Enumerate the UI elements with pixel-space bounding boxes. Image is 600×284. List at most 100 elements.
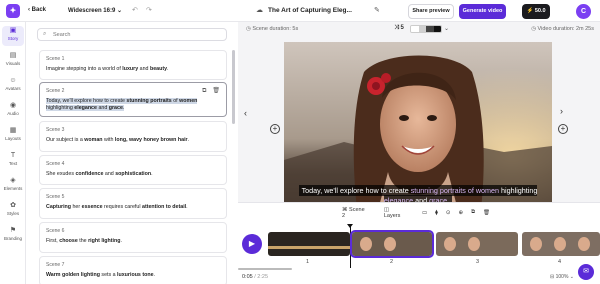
script-segment: sets a [99,272,118,278]
scene-script-text[interactable]: Imagine stepping into a world of luxury … [46,66,222,73]
clip-thumbnail-face [360,237,372,251]
scene-script-text[interactable]: Warm golden lighting sets a luxurious to… [46,272,222,279]
play-button[interactable]: ▶ [242,234,262,254]
nav-branding-icon: ⚑ [9,227,17,234]
nav-item-story[interactable]: ▣ Story [2,26,24,46]
credits-badge[interactable]: ⚡ 50.0 [522,4,550,19]
script-segment: She exudes [46,171,76,177]
prev-scene-arrow-icon[interactable]: ‹ [244,108,247,118]
toolbar-action-icon[interactable]: ▭ [422,210,427,216]
scene-script-text[interactable]: First, choose the right lighting. [46,238,222,245]
current-time: 0:05 [242,274,253,280]
shuffle-button[interactable]: ⤨ 5 [394,25,404,32]
nav-item-audio[interactable]: ◉ Audio [2,101,24,121]
aspect-label: Widescreen 16:9 [68,8,116,14]
timeline[interactable]: ▶ 0:05 / 2:25 ⊟ 100% ⌄ ✉ 1 2 3 4 [238,222,600,284]
app-logo: ✦ [6,4,20,18]
add-scene-after-icon[interactable]: + [558,124,568,134]
back-label: Back [31,7,47,13]
scene-card[interactable]: Scene 5 Capturing her essence requires ca… [39,188,227,219]
scene-card[interactable]: Scene 6 First, choose the right lighting. [39,222,227,253]
timeline-clip[interactable] [350,230,434,258]
bolt-icon: ⚡ [526,8,534,14]
toolbar-action-icon[interactable]: ⧫ [435,210,438,216]
scene-selector[interactable]: ⌘ Scene 2 [342,207,376,219]
scene-card[interactable]: Scene 7 Warm golden lighting sets a luxur… [39,256,227,284]
scene-script-text[interactable]: Today, we'll explore how to create stunn… [46,98,222,112]
shuffle-icon: ⤨ [394,25,399,31]
toolbar-action-icon[interactable]: ⧉ [471,209,475,216]
scene-card[interactable]: Scene 2 ⧉ 🗑 Today, we'll explore how to cre… [39,82,227,117]
nav-styles-icon: ✿ [10,202,16,209]
nav-item-branding[interactable]: ⚑ Branding [2,226,24,246]
generate-video-button[interactable]: Generate video [459,4,506,19]
clip-thumbnail-face [554,237,566,251]
script-segment: elegance [74,105,97,111]
script-segment: Today, we'll explore how to create [46,98,127,104]
toolbar-action-icon[interactable]: ⊕ [458,210,463,216]
back-button[interactable]: ‹ Back [28,7,46,13]
nav-item-text[interactable]: T Text [2,151,24,171]
nav-elements-icon: ◈ [10,177,16,184]
scene-card-actions: ⧉ 🗑 [196,87,220,95]
video-preview[interactable]: Today, we'll explore how to create stunn… [284,42,552,218]
search-input[interactable] [53,30,223,40]
add-scene-before-icon[interactable]: + [270,124,280,134]
share-preview-button[interactable]: Share preview [408,4,454,19]
palette-swatch [426,26,434,32]
project-title[interactable]: The Art of Capturing Eleg... [268,7,352,14]
layers-button[interactable]: ◫ Layers [384,207,414,219]
zoom-level[interactable]: ⊟ 100% ⌄ [550,274,574,280]
redo-icon[interactable]: ↷ [146,6,152,14]
shuffle-count: 5 [400,25,404,31]
scene-card[interactable]: Scene 1 Imagine stepping into a world of … [39,50,227,80]
layers-label: Layers [383,212,401,219]
nav-item-styles[interactable]: ✿ Styles [2,201,24,221]
nav-item-label: Styles [6,211,20,216]
credits-value: 50.0 [534,8,546,14]
search-icon: ⌕ [43,31,47,37]
color-palette[interactable] [410,25,442,33]
chat-icon[interactable]: ✉ [578,264,594,280]
nav-visuals-icon: ▤ [9,52,17,59]
script-segment: essence [81,204,103,210]
scene-list-panel: ⌕ Scene 1 Imagine stepping into a world o… [28,22,236,284]
scene-label: Scene 4 [46,161,65,167]
scene-script-text[interactable]: Capturing her essence requires careful a… [46,204,222,211]
edit-icon[interactable]: ✎ [374,6,380,14]
toolbar-action-icon[interactable]: ⊙ [446,210,451,216]
aspect-ratio-select[interactable]: Widescreen 16:9 ⌄ [68,7,122,14]
scene-card[interactable]: Scene 3 Our subject is a woman with long,… [39,121,227,152]
search-box[interactable]: ⌕ [37,28,227,41]
nav-item-elements[interactable]: ◈ Elements [2,176,24,196]
toolbar-action-icon[interactable]: 🗑 [483,210,490,216]
playhead[interactable] [347,224,353,268]
script-segment: . [187,137,190,143]
scene-toolbar: ⌘ Scene 2 ◫ Layers ▭ ⧫ ⊙ ⊕ ⧉ 🗑 [238,202,600,222]
cloud-icon: ☁ [256,7,263,14]
nav-item-label: Audio [7,111,19,116]
trash-icon[interactable]: 🗑 [212,88,220,94]
nav-item-label: Avatars [5,86,21,91]
scene-script-text[interactable]: She exudes confidence and sophistication… [46,171,222,178]
scene-script-text[interactable]: Our subject is a woman with long, wavy h… [46,137,222,144]
undo-icon[interactable]: ↶ [132,6,138,14]
user-avatar[interactable]: C [576,4,591,19]
nav-item-avatars[interactable]: ☺ Avatars [2,76,24,96]
next-scene-arrow-icon[interactable]: › [560,106,563,116]
timeline-scrollbar[interactable] [238,268,292,270]
scene-list-scrollbar[interactable] [232,50,235,124]
scene-label: Scene 1 [46,56,65,62]
video-duration: ◷ Video duration: 2m 25s [531,26,594,32]
duplicate-icon[interactable]: ⧉ [202,88,206,94]
nav-item-visuals[interactable]: ▤ Visuals [2,51,24,71]
script-segment: . [186,204,188,210]
nav-item-layouts[interactable]: ▦ Layouts [2,126,24,146]
palette-swatch [411,26,419,32]
scene-card[interactable]: Scene 4 She exudes confidence and sophist… [39,155,227,185]
timeline-clip[interactable] [522,232,600,256]
timeline-clip[interactable] [436,232,518,256]
timeline-clip[interactable] [268,232,350,256]
scene-label: Scene 3 [46,127,65,133]
palette-chevron-icon[interactable]: ⌄ [444,25,449,32]
